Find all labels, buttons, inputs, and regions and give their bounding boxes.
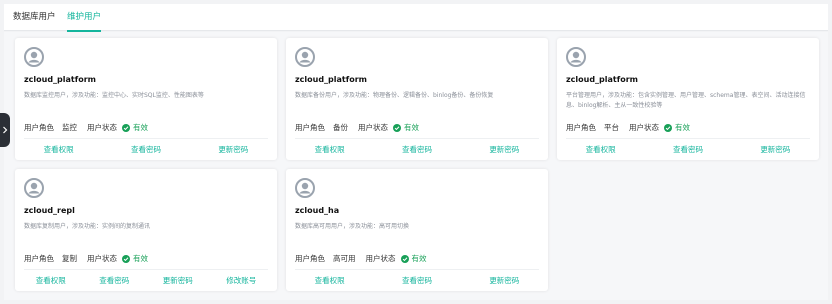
role-label: 用户角色 xyxy=(566,123,596,132)
status-value: 有效 xyxy=(133,254,148,263)
update-password-link[interactable]: 更新密码 xyxy=(218,144,248,154)
status-label: 用户状态 xyxy=(358,123,388,132)
view-password-link[interactable]: 查看密码 xyxy=(402,144,432,154)
status-badge: 有效 xyxy=(664,122,690,133)
divider xyxy=(24,269,268,270)
check-circle-icon xyxy=(122,123,130,132)
status-badge: 有效 xyxy=(393,122,419,133)
view-permissions-link[interactable]: 查看权限 xyxy=(36,275,66,285)
role-value: 备份 xyxy=(333,123,348,132)
user-card: zcloud_ha 数据库高可用用户，涉及功能：高可用切换 用户角色 高可用 用… xyxy=(286,169,548,291)
status-badge: 有效 xyxy=(122,122,148,133)
status-value: 有效 xyxy=(411,254,427,263)
user-card: zcloud_platform 数据库备份用户，涉及功能：物理备份、逻辑备份、b… xyxy=(286,38,548,160)
status-badge: 有效 xyxy=(122,253,148,264)
view-permissions-link[interactable]: 查看权限 xyxy=(315,275,345,285)
divider xyxy=(295,269,539,270)
view-password-link[interactable]: 查看密码 xyxy=(131,144,161,154)
role-label: 用户角色 xyxy=(295,123,325,132)
user-name: zcloud_repl xyxy=(24,206,75,215)
user-card-panel: zcloud_platform 数据库监控用户，涉及功能：监控中心、实时SQL监… xyxy=(4,32,828,300)
check-circle-icon xyxy=(664,123,672,132)
divider xyxy=(295,138,539,139)
check-circle-icon xyxy=(122,254,130,263)
user-description: 数据库备份用户，涉及功能：物理备份、逻辑备份、binlog备份、备份恢复 xyxy=(295,92,494,99)
user-card: zcloud_platform 平台管理用户，涉及功能：包含实例管理、用户管理、… xyxy=(557,38,819,160)
user-meta: 用户角色 备份 用户状态 有效 xyxy=(295,122,419,133)
update-password-link[interactable]: 更新密码 xyxy=(760,144,790,154)
user-description: 数据库高可用用户，涉及功能：高可用切换 xyxy=(295,223,410,230)
sidebar-toggle-handle[interactable] xyxy=(0,113,10,147)
user-meta: 用户角色 监控 用户状态 有效 xyxy=(24,122,148,133)
user-avatar-icon xyxy=(295,178,315,198)
user-name: zcloud_platform xyxy=(295,75,368,84)
tab-database-users[interactable]: 数据库用户 xyxy=(13,4,56,31)
user-avatar-icon xyxy=(295,47,315,67)
view-password-link[interactable]: 查看密码 xyxy=(673,144,703,154)
card-actions: 查看权限 查看密码 更新密码 xyxy=(557,144,819,154)
update-password-link[interactable]: 更新密码 xyxy=(489,144,519,154)
card-actions: 查看权限 查看密码 更新密码 xyxy=(286,275,548,285)
card-actions: 查看权限 查看密码 更新密码 修改账号 xyxy=(15,275,277,285)
role-value: 高可用 xyxy=(333,254,356,263)
check-circle-icon xyxy=(393,123,401,132)
role-value: 平台 xyxy=(604,123,619,132)
status-value: 有效 xyxy=(675,123,690,132)
view-permissions-link[interactable]: 查看权限 xyxy=(586,144,616,154)
user-meta: 用户角色 高可用 用户状态 有效 xyxy=(295,253,427,264)
update-password-link[interactable]: 更新密码 xyxy=(163,275,193,285)
role-label: 用户角色 xyxy=(24,254,54,263)
user-avatar-icon xyxy=(566,47,586,67)
divider xyxy=(24,138,268,139)
view-permissions-link[interactable]: 查看权限 xyxy=(315,144,345,154)
role-value: 监控 xyxy=(62,123,77,132)
update-password-link[interactable]: 更新密码 xyxy=(489,275,519,285)
user-description: 平台管理用户，涉及功能：包含实例管理、用户管理、schema管理、表空间、活动连… xyxy=(566,92,806,109)
status-label: 用户状态 xyxy=(629,123,659,132)
status-value: 有效 xyxy=(133,123,148,132)
modify-account-link[interactable]: 修改账号 xyxy=(226,275,256,285)
user-name: zcloud_platform xyxy=(24,75,97,84)
user-avatar-icon xyxy=(24,47,44,67)
status-label: 用户状态 xyxy=(87,123,117,132)
status-label: 用户状态 xyxy=(365,254,396,263)
role-label: 用户角色 xyxy=(295,254,325,263)
role-label: 用户角色 xyxy=(24,123,54,132)
user-card: zcloud_repl 数据库复制用户，涉及功能：实例间的复制通讯 用户角色 复… xyxy=(15,169,277,291)
divider xyxy=(566,138,810,139)
card-actions: 查看权限 查看密码 更新密码 xyxy=(15,144,277,154)
user-meta: 用户角色 复制 用户状态 有效 xyxy=(24,253,148,264)
status-label: 用户状态 xyxy=(87,254,117,263)
user-description: 数据库复制用户，涉及功能：实例间的复制通讯 xyxy=(24,223,151,230)
view-password-link[interactable]: 查看密码 xyxy=(402,275,432,285)
chevron-right-icon xyxy=(3,126,8,134)
user-card: zcloud_platform 数据库监控用户，涉及功能：监控中心、实时SQL监… xyxy=(15,38,277,160)
user-avatar-icon xyxy=(24,178,44,198)
user-name: zcloud_platform xyxy=(566,75,639,84)
view-permissions-link[interactable]: 查看权限 xyxy=(44,144,74,154)
check-circle-icon xyxy=(400,254,409,263)
user-name: zcloud_ha xyxy=(295,206,340,215)
status-value: 有效 xyxy=(404,123,419,132)
tab-maintenance-users[interactable]: 维护用户 xyxy=(67,4,102,32)
user-meta: 用户角色 平台 用户状态 有效 xyxy=(566,122,690,133)
role-value: 复制 xyxy=(62,254,77,263)
user-description: 数据库监控用户，涉及功能：监控中心、实时SQL监控、性能图表等 xyxy=(24,92,204,99)
status-badge: 有效 xyxy=(400,253,427,264)
card-actions: 查看权限 查看密码 更新密码 xyxy=(286,144,548,154)
tab-bar: 数据库用户 维护用户 xyxy=(4,4,828,32)
view-password-link[interactable]: 查看密码 xyxy=(99,275,129,285)
